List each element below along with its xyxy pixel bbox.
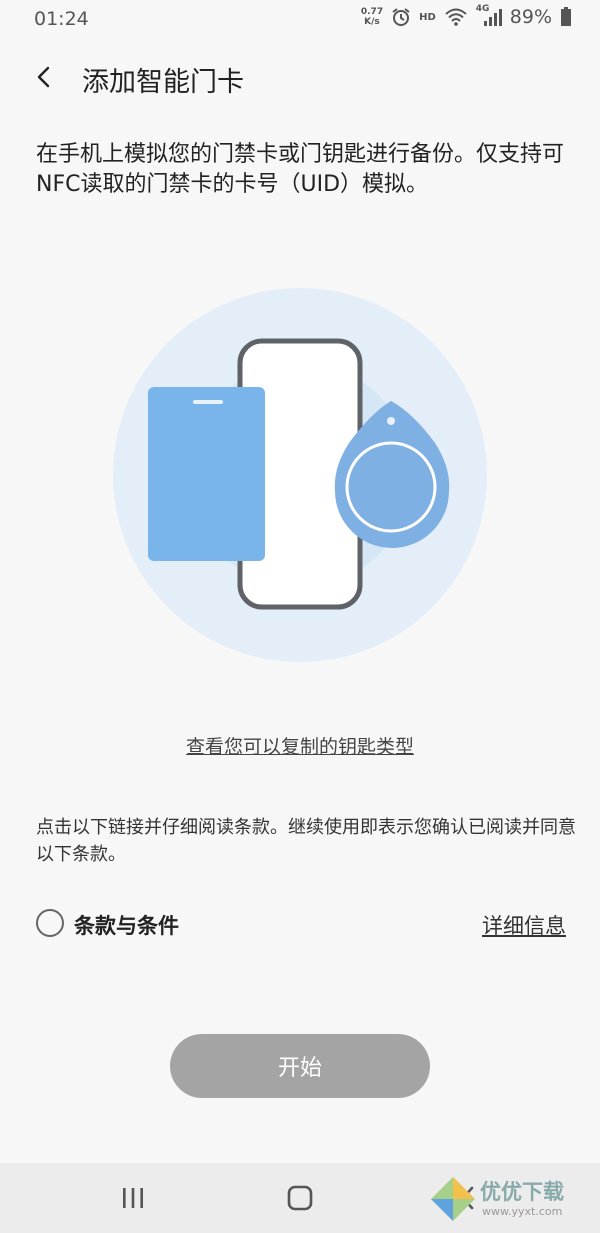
start-button[interactable]: 开始 [170,1034,430,1098]
terms-row: 条款与条件 详细信息 [36,906,566,946]
access-card-shape [148,387,265,561]
key-types-link[interactable]: 查看您可以复制的钥匙类型 [0,732,600,759]
alarm-icon [392,8,410,26]
signal-icon [483,9,502,26]
battery-icon [561,7,571,26]
terms-note: 点击以下链接并仔细阅读条款。继续使用即表示您确认已阅读并同意以下条款。 [36,817,576,865]
home-icon[interactable] [287,1185,313,1211]
status-time: 01:24 [34,8,89,30]
back-button[interactable] [26,58,66,98]
watermark-logo-icon [431,1177,475,1221]
wifi-icon [445,8,467,26]
page-title: 添加智能门卡 [82,67,244,98]
recent-apps-icon[interactable] [118,1187,148,1209]
key-fob-hole [387,417,395,425]
watermark-url: www.yyxt.com [482,1205,563,1218]
terms-label[interactable]: 条款与条件 [74,910,179,940]
net-speed-unit: K/s [364,17,380,27]
nfc-card-illustration [113,288,487,662]
status-bar: 01:24 0.77 K/s HD 4G 89% [0,0,600,38]
card-slot-shape [193,400,223,404]
app-header: 添加智能门卡 [0,48,600,108]
watermark: 优优下载 www.yyxt.com [428,1172,598,1226]
cell-signal: 4G [476,4,502,27]
description-text: 在手机上模拟您的门禁卡或门钥匙进行备份。仅支持可NFC读取的门禁卡的卡号（UID… [36,142,565,197]
chevron-left-icon [37,66,50,88]
net-speed: 0.77 K/s [361,7,383,27]
details-link[interactable]: 详细信息 [482,910,566,940]
battery-percent: 89% [509,6,552,28]
hd-label: HD [419,11,436,23]
status-icons: 0.77 K/s HD 4G 89% [361,4,572,28]
terms-radio-button[interactable] [36,909,64,937]
watermark-text: 优优下载 [480,1180,564,1204]
net-speed-value: 0.77 [360,7,384,17]
